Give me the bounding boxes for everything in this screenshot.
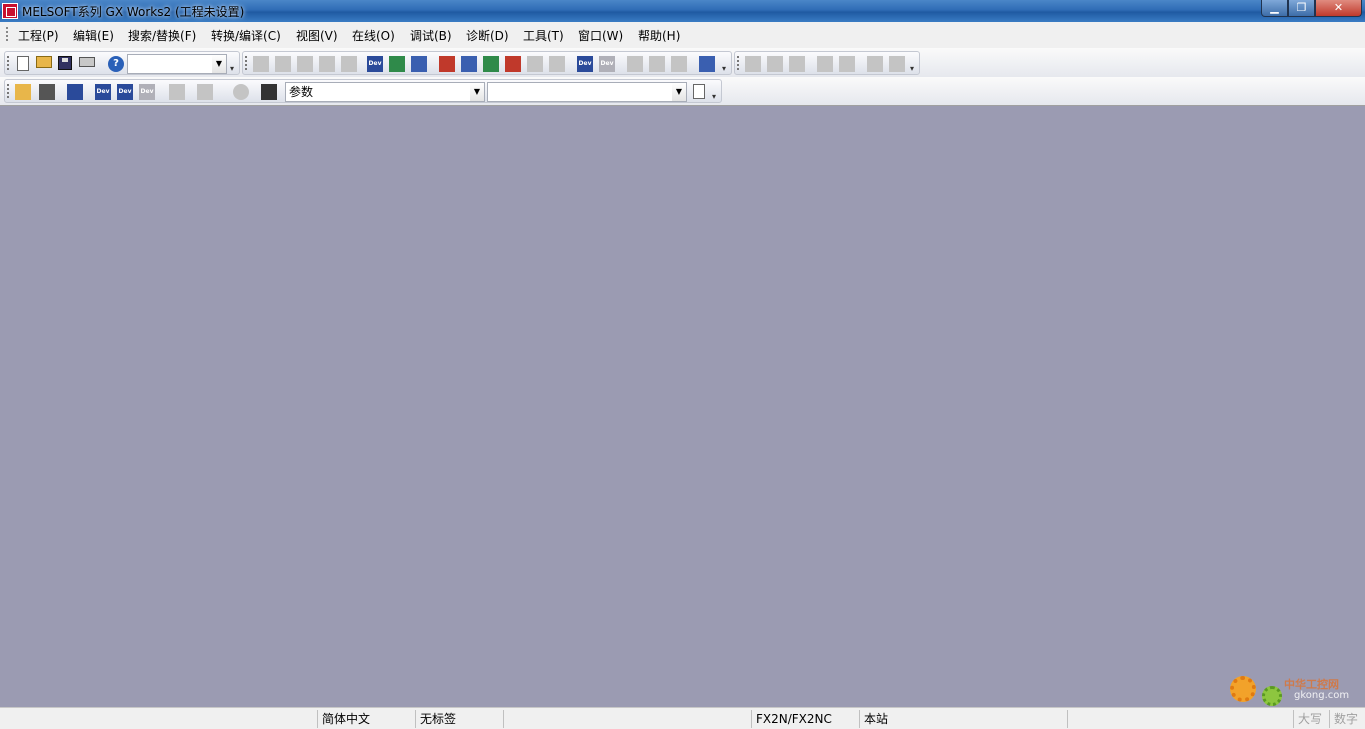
ladder-contact-icon[interactable] [745, 56, 761, 72]
status-station: 本站 [859, 710, 1064, 728]
toolbar-overflow-button[interactable]: ▾ [712, 92, 721, 102]
device-register-icon[interactable]: Dev [117, 84, 133, 100]
gear-icon [1262, 686, 1282, 706]
window-title: MELSOFT系列 GX Works2 (工程未设置) [22, 5, 245, 19]
menu-grip[interactable] [6, 27, 10, 41]
minimize-button[interactable]: ▁ [1261, 0, 1288, 17]
toolbar-combo[interactable]: ▼ [127, 54, 227, 74]
status-empty [503, 710, 748, 728]
menu-debug[interactable]: 调试(B) [410, 27, 452, 44]
close-button[interactable]: ✕ [1315, 0, 1362, 17]
print-icon[interactable] [79, 57, 95, 67]
menu-window[interactable]: 窗口(W) [578, 27, 623, 44]
status-num: 数字 [1329, 710, 1364, 728]
read-device-icon[interactable] [389, 56, 405, 72]
toolbar-row-2: Dev Dev Dev 参数 ▼ ▼ ▾ [0, 77, 1365, 106]
device-test-icon[interactable]: Dev [599, 56, 615, 72]
ladder-vline-icon[interactable] [867, 56, 883, 72]
toolbar-grip[interactable] [7, 84, 11, 98]
status-caps: 大写 [1293, 710, 1328, 728]
menu-project[interactable]: 工程(P) [18, 27, 59, 44]
simulation-icon[interactable] [699, 56, 715, 72]
app-icon[interactable] [2, 3, 18, 19]
chevron-down-icon[interactable]: ▼ [470, 83, 484, 101]
monitor-icon[interactable] [505, 56, 521, 72]
status-bar: 简体中文 无标签 FX2N/FX2NC 本站 大写 数字 [0, 707, 1365, 729]
ladder-coil-icon[interactable] [789, 56, 805, 72]
copy-icon[interactable] [275, 56, 291, 72]
menu-online[interactable]: 在线(O) [352, 27, 395, 44]
toolbar-grip[interactable] [7, 56, 11, 70]
ladder-toolbar: ▾ [734, 51, 920, 75]
ladder-delete-line-icon[interactable] [889, 56, 905, 72]
status-label: 无标签 [415, 710, 500, 728]
skip-icon[interactable] [649, 56, 665, 72]
help-icon[interactable]: ? [108, 56, 124, 72]
new-file-icon[interactable] [17, 56, 29, 71]
status-plc-type: FX2N/FX2NC [751, 710, 856, 728]
toolbar-overflow-button[interactable]: ▾ [722, 64, 731, 74]
monitor-stop-icon[interactable] [527, 56, 543, 72]
standard-toolbar: ? ▼ ▾ [4, 51, 240, 75]
save-icon[interactable] [58, 56, 72, 70]
menu-edit[interactable]: 编辑(E) [73, 27, 114, 44]
menu-help[interactable]: 帮助(H) [638, 27, 680, 44]
redo-icon[interactable] [341, 56, 357, 72]
menu-find-replace[interactable]: 搜索/替换(F) [128, 27, 196, 44]
ladder-parallel-icon[interactable] [767, 56, 783, 72]
toolbar-grip[interactable] [245, 56, 249, 70]
toolbar-overflow-button[interactable]: ▾ [230, 64, 239, 74]
binoculars-icon[interactable] [261, 84, 277, 100]
device-memory-icon[interactable]: Dev [139, 84, 155, 100]
plc-read-icon[interactable] [461, 56, 477, 72]
toolbar-overflow-button[interactable]: ▾ [910, 64, 919, 74]
partial-run-icon[interactable] [671, 56, 687, 72]
gear-icon [1230, 676, 1256, 702]
plc-write-icon[interactable] [439, 56, 455, 72]
data-combo[interactable]: ▼ [487, 82, 687, 102]
title-bar[interactable]: MELSOFT系列 GX Works2 (工程未设置) ▁ ❐ ✕ [0, 0, 1365, 22]
program-toolbar: Dev Dev Dev ▾ [242, 51, 732, 75]
verify-device-icon[interactable] [411, 56, 427, 72]
open-folder-icon[interactable] [36, 56, 52, 68]
cross-reference-icon[interactable] [197, 84, 213, 100]
menu-diagnostics[interactable]: 诊断(D) [466, 27, 509, 44]
plc-verify-icon[interactable] [483, 56, 499, 72]
monitor-write-icon[interactable] [549, 56, 565, 72]
menu-convert-compile[interactable]: 转换/编译(C) [211, 27, 281, 44]
navigation-toolbar: Dev Dev Dev 参数 ▼ ▼ ▾ [4, 79, 722, 103]
chevron-down-icon[interactable]: ▼ [212, 55, 226, 73]
module-list-icon[interactable] [39, 84, 55, 100]
chevron-down-icon[interactable]: ▼ [672, 83, 686, 101]
project-tree-icon[interactable] [15, 84, 31, 100]
help-circle-icon[interactable] [233, 84, 249, 100]
window-list-icon[interactable] [67, 84, 83, 100]
menu-view[interactable]: 视图(V) [296, 27, 338, 44]
device-monitor-icon[interactable]: Dev [95, 84, 111, 100]
status-language: 简体中文 [317, 710, 412, 728]
menu-tool[interactable]: 工具(T) [523, 27, 564, 44]
write-device-icon[interactable]: Dev [367, 56, 383, 72]
maximize-button[interactable]: ❐ [1288, 0, 1315, 17]
new-data-icon[interactable] [693, 84, 705, 99]
workspace-area[interactable] [1, 106, 1364, 707]
menu-bar [0, 22, 1365, 48]
ladder-line-icon[interactable] [839, 56, 855, 72]
paste-icon[interactable] [297, 56, 313, 72]
device-batch-icon[interactable]: Dev [577, 56, 593, 72]
status-empty-2 [1067, 710, 1232, 728]
undo-icon[interactable] [319, 56, 335, 72]
watch-icon[interactable] [169, 84, 185, 100]
toolbar-grip[interactable] [737, 56, 741, 70]
watermark-site-url: gkong.com [1294, 690, 1350, 701]
toolbar-row-1: ? ▼ ▾ Dev Dev Dev ▾ ▾ [0, 48, 1365, 77]
ladder-instruction-icon[interactable] [817, 56, 833, 72]
cut-icon[interactable] [253, 56, 269, 72]
parameter-combo-value: 参数 [289, 85, 314, 99]
step-icon[interactable] [627, 56, 643, 72]
parameter-combo[interactable]: 参数 ▼ [285, 82, 485, 102]
